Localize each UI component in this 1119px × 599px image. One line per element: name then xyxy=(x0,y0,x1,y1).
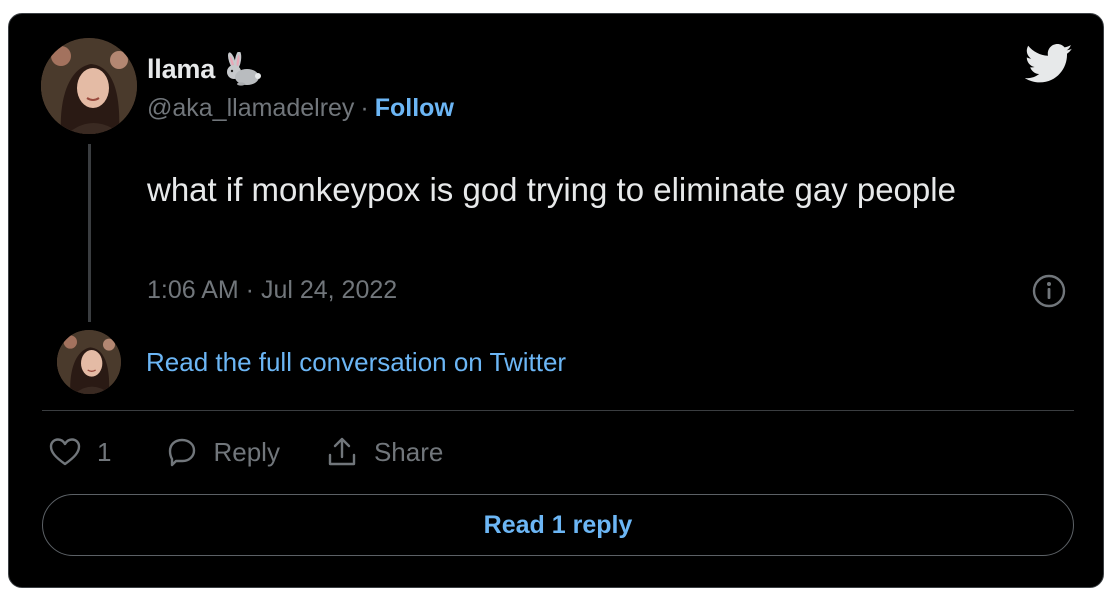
share-label: Share xyxy=(373,436,444,467)
author-name[interactable]: llama xyxy=(147,54,215,85)
twitter-bird-icon[interactable] xyxy=(1025,44,1073,84)
tweet-text: what if monkeypox is god trying to elimi… xyxy=(147,171,956,208)
read-full-conversation-link[interactable]: Read the full conversation on Twitter xyxy=(146,347,566,378)
like-count: 1 xyxy=(97,436,112,467)
thread-connector-line xyxy=(88,144,91,322)
rabbit-icon xyxy=(227,52,262,86)
speech-bubble-icon xyxy=(169,438,196,467)
author-handle[interactable]: @aka_llamadelrey xyxy=(147,94,354,123)
tweet-actions: 1 Reply Share xyxy=(47,434,443,470)
reply-button[interactable]: Reply xyxy=(163,434,280,470)
author-avatar[interactable] xyxy=(41,38,137,134)
follow-link[interactable]: Follow xyxy=(375,94,454,123)
handle-row: @aka_llamadelrey · Follow xyxy=(147,94,454,123)
share-button[interactable]: Share xyxy=(324,434,443,470)
conversation-avatar-image xyxy=(57,330,121,394)
divider xyxy=(42,410,1074,411)
conversation-avatar[interactable] xyxy=(57,330,121,394)
heart-icon xyxy=(49,438,81,466)
info-icon[interactable] xyxy=(1031,273,1067,309)
tweet-timestamp[interactable]: 1:06 AM · Jul 24, 2022 xyxy=(147,276,397,305)
handle-separator: · xyxy=(360,94,369,122)
embedded-tweet-card: llama @aka_llamadelrey · Follow what if … xyxy=(8,13,1104,588)
author-avatar-image xyxy=(41,38,137,134)
share-upload-icon xyxy=(328,437,356,466)
read-replies-button[interactable]: Read 1 reply xyxy=(42,494,1074,556)
read-replies-label: Read 1 reply xyxy=(483,510,633,539)
like-button[interactable]: 1 xyxy=(47,434,111,470)
reply-label: Reply xyxy=(213,436,280,467)
author-name-row: llama xyxy=(147,52,262,86)
